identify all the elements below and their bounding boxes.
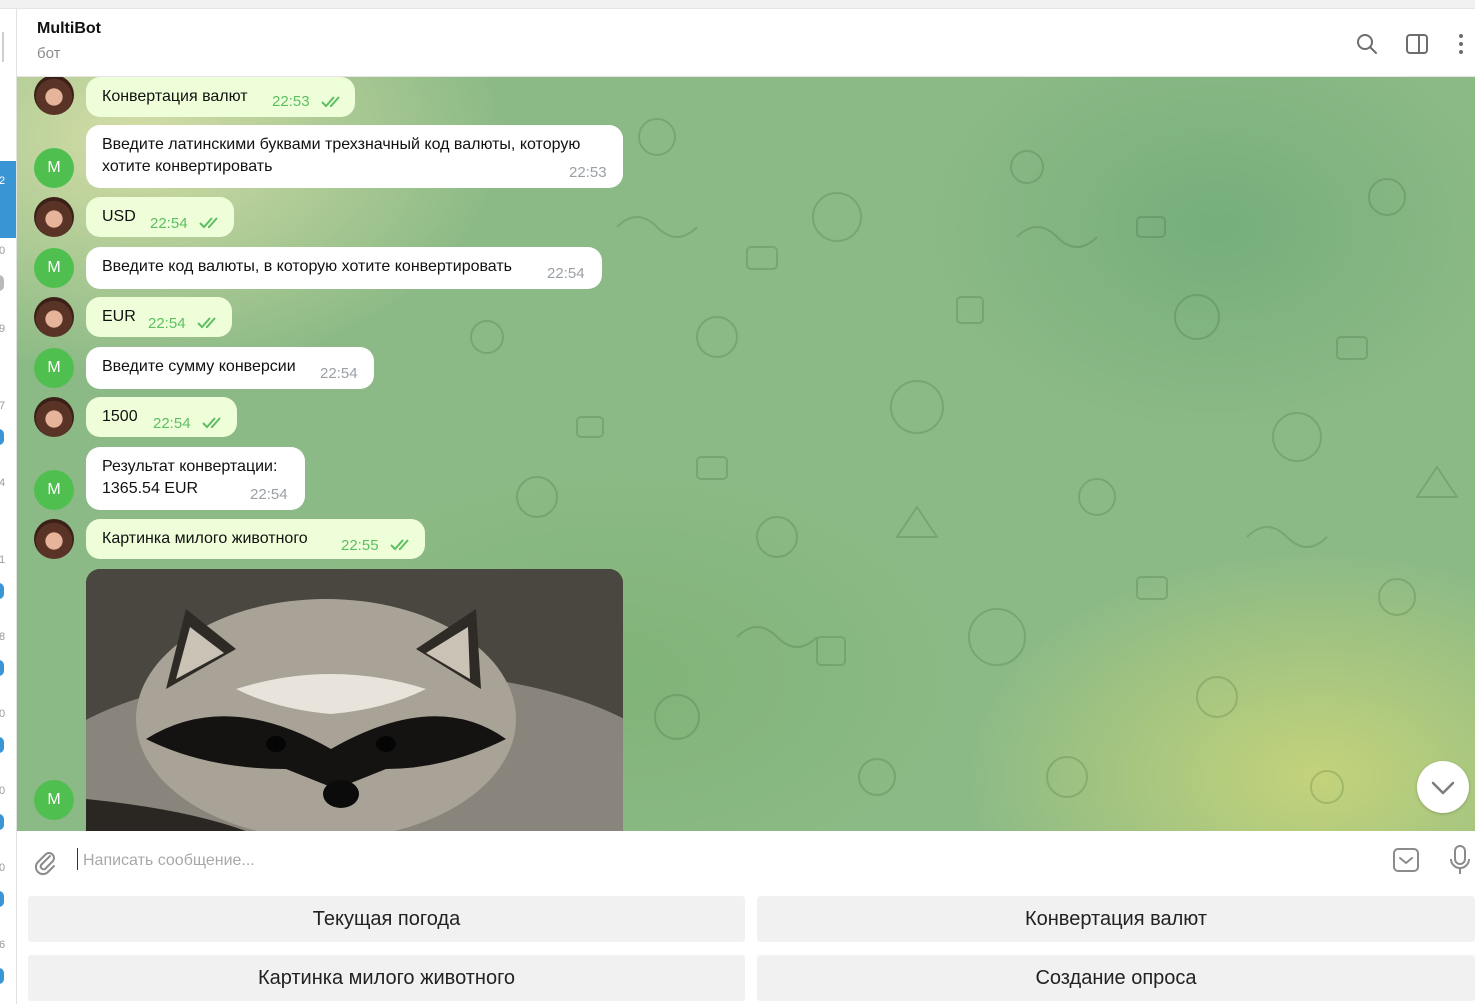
user-avatar[interactable] [34, 197, 74, 237]
selected-chat-item[interactable]: 2 [0, 161, 16, 238]
message-composer [17, 832, 1475, 888]
unread-badge [0, 737, 4, 753]
message-text-line: Введите латинскими буквами трехзначный к… [102, 136, 581, 153]
unread-badge [0, 891, 4, 907]
user-avatar[interactable] [34, 297, 74, 337]
message-time: 22:53 [569, 164, 607, 181]
message-text: Введите сумму конверсии [102, 358, 296, 375]
list-edge-marker [2, 32, 4, 62]
chat-list-strip: 2 0 9 7 4 1 8 0 0 0 6 [0, 9, 17, 1004]
message-time: 22:53 [272, 93, 310, 110]
read-checks-icon [390, 539, 409, 551]
chat-item-number: 6 [0, 939, 5, 951]
unread-badge [0, 968, 4, 984]
chat-item-number: 1 [0, 554, 5, 566]
bot-avatar[interactable]: M [34, 148, 74, 188]
message-text: EUR [102, 308, 136, 325]
search-icon[interactable] [1354, 31, 1380, 57]
bot-commands-icon[interactable] [1392, 846, 1420, 874]
incoming-message[interactable]: Введите латинскими буквами трехзначный к… [86, 125, 623, 188]
unread-badge [0, 660, 4, 676]
message-text: 1500 [102, 408, 138, 425]
message-time: 22:54 [148, 315, 186, 332]
keyboard-button-currency[interactable]: Конвертация валют [757, 896, 1475, 942]
read-checks-icon [197, 317, 216, 329]
message-time: 22:54 [150, 215, 188, 232]
chat-status: бот [37, 45, 61, 62]
unread-badge [0, 583, 4, 599]
read-checks-icon [199, 217, 218, 229]
read-checks-icon [321, 96, 340, 108]
chat-header[interactable]: MultiBot бот [17, 9, 1475, 77]
chat-item-number: 0 [0, 785, 5, 797]
chat-item-number: 7 [0, 400, 5, 412]
bot-avatar[interactable]: M [34, 348, 74, 388]
message-text: Введите код валюты, в которую хотите кон… [102, 258, 513, 275]
chat-item-number: 0 [0, 708, 5, 720]
chat-title[interactable]: MultiBot [37, 20, 101, 38]
incoming-message[interactable]: Результат конвертации: 1365.54 EUR 22:54 [86, 447, 305, 510]
message-text-line: хотите конвертировать [102, 158, 273, 175]
outgoing-message[interactable]: USD 22:54 [86, 197, 234, 237]
message-text: Картинка милого животного [102, 530, 308, 547]
chat-item-number: 9 [0, 323, 5, 335]
chat-item-number: 0 [0, 245, 5, 257]
keyboard-button-animal-picture[interactable]: Картинка милого животного [28, 955, 745, 1001]
incoming-message[interactable]: Введите код валюты, в которую хотите кон… [86, 247, 602, 289]
user-avatar[interactable] [34, 519, 74, 559]
read-checks-icon [202, 417, 221, 429]
chevron-down-icon [1431, 781, 1455, 795]
outgoing-message[interactable]: Конвертация валют 22:53 [86, 77, 355, 117]
microphone-icon[interactable] [1448, 844, 1472, 876]
message-time: 22:55 [341, 537, 379, 554]
bot-avatar[interactable]: M [34, 780, 74, 820]
photo-message[interactable] [86, 569, 623, 831]
chat-item-number: 8 [0, 631, 5, 643]
keyboard-button-weather[interactable]: Текущая погода [28, 896, 745, 942]
message-time: 22:54 [547, 265, 585, 282]
bot-avatar[interactable]: M [34, 470, 74, 510]
unread-badge [0, 429, 4, 445]
message-text: Конвертация валют [102, 88, 248, 105]
message-time: 22:54 [320, 365, 358, 382]
chat-item-number: 2 [0, 175, 5, 187]
outgoing-message[interactable]: 1500 22:54 [86, 397, 237, 437]
message-input[interactable] [81, 846, 1335, 876]
message-text-line: Результат конвертации: [102, 458, 278, 475]
outgoing-message[interactable]: Картинка милого животного 22:55 [86, 519, 425, 559]
scroll-to-bottom-button[interactable] [1417, 761, 1469, 813]
more-vertical-icon[interactable] [1448, 31, 1474, 57]
bot-reply-keyboard: Текущая погода Конвертация валют Картинк… [17, 888, 1475, 1004]
message-time: 22:54 [250, 486, 288, 503]
sidebar-toggle-icon[interactable] [1404, 31, 1430, 57]
bot-avatar[interactable]: M [34, 248, 74, 288]
chat-item-number: 0 [0, 862, 5, 874]
message-text: USD [102, 208, 136, 225]
message-history[interactable]: Конвертация валют 22:53 M Введите латинс… [17, 77, 1475, 831]
raccoon-photo [86, 569, 623, 831]
chat-item-number: 4 [0, 477, 5, 489]
keyboard-button-poll[interactable]: Создание опроса [757, 955, 1475, 1001]
user-avatar[interactable] [34, 397, 74, 437]
incoming-message[interactable]: Введите сумму конверсии 22:54 [86, 347, 374, 389]
unread-badge [0, 275, 4, 291]
outgoing-message[interactable]: EUR 22:54 [86, 297, 232, 337]
paperclip-icon[interactable] [31, 848, 59, 876]
message-time: 22:54 [153, 415, 191, 432]
window-top-edge [0, 0, 1475, 9]
text-cursor [77, 848, 78, 870]
unread-badge [0, 814, 4, 830]
